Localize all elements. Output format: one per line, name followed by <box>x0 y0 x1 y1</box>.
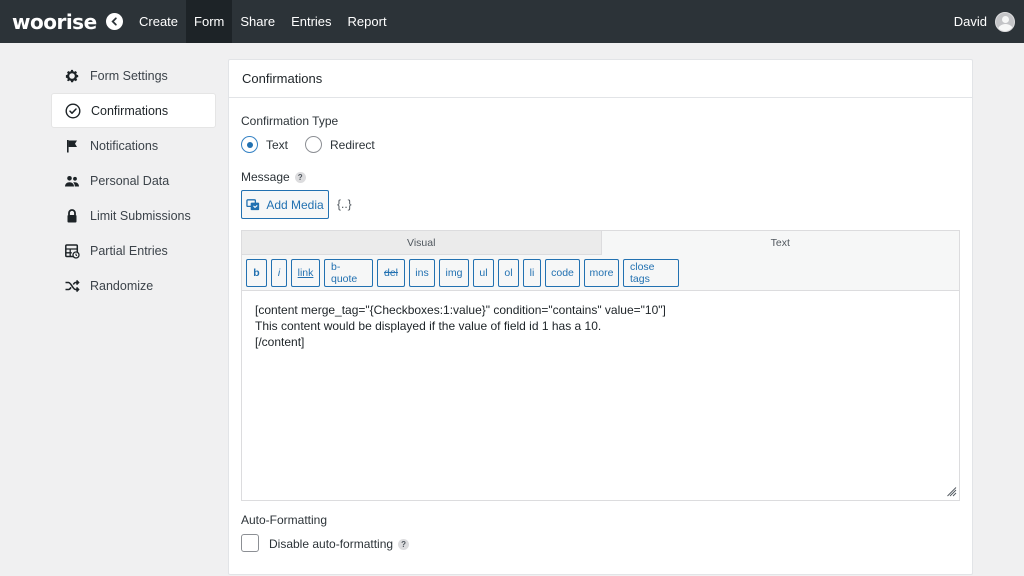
radio-text-label[interactable]: Text <box>266 138 288 152</box>
avatar[interactable] <box>995 11 1015 32</box>
nav-create[interactable]: Create <box>131 0 186 43</box>
media-icon <box>246 199 260 211</box>
check-circle-icon <box>64 102 82 120</box>
editor-line: [content merge_tag="{Checkboxes:1:value}… <box>255 303 666 317</box>
resize-handle-icon[interactable] <box>947 487 957 497</box>
settings-sidebar: Form Settings Confirmations Notification… <box>51 58 216 303</box>
qt-img-button[interactable]: img <box>439 258 469 287</box>
radio-text[interactable] <box>241 136 258 153</box>
flag-icon <box>63 137 81 155</box>
qt-del-button[interactable]: del <box>377 258 405 287</box>
chevron-left-icon <box>111 17 117 26</box>
user-name[interactable]: David <box>954 14 987 29</box>
qt-ol-button[interactable]: ol <box>498 258 519 287</box>
sidebar-item-personal-data[interactable]: Personal Data <box>51 163 216 198</box>
users-icon <box>63 172 81 190</box>
sidebar-item-label: Partial Entries <box>90 243 168 258</box>
merge-tags-button[interactable]: {..} <box>337 197 352 211</box>
message-label: Message <box>241 170 290 184</box>
nav-form[interactable]: Form <box>186 0 233 43</box>
qt-italic-button[interactable]: i <box>271 258 287 287</box>
nav-share[interactable]: Share <box>232 0 283 43</box>
qt-ul-button[interactable]: ul <box>473 258 494 287</box>
qt-more-button[interactable]: more <box>584 258 619 287</box>
sidebar-item-label: Notifications <box>90 138 159 153</box>
sidebar-item-form-settings[interactable]: Form Settings <box>51 58 216 93</box>
editor-line: This content would be displayed if the v… <box>255 319 602 333</box>
disable-auto-formatting-label[interactable]: Disable auto-formatting <box>269 537 393 551</box>
sidebar-item-notifications[interactable]: Notifications <box>51 128 216 163</box>
qt-ins-button[interactable]: ins <box>409 258 435 287</box>
sidebar-item-label: Limit Submissions <box>90 208 191 223</box>
panel-title: Confirmations <box>229 60 972 98</box>
lock-icon <box>63 207 81 225</box>
help-icon[interactable]: ? <box>398 539 410 551</box>
confirmation-type-label: Confirmation Type <box>241 114 339 128</box>
sidebar-item-label: Randomize <box>90 278 154 293</box>
sidebar-item-label: Form Settings <box>90 68 168 83</box>
sidebar-item-label: Personal Data <box>90 173 170 188</box>
add-media-label: Add Media <box>266 197 324 212</box>
tab-text[interactable]: Text <box>600 231 959 255</box>
qt-blockquote-button[interactable]: b-quote <box>324 258 373 287</box>
radio-redirect[interactable] <box>305 136 323 153</box>
nav-entries[interactable]: Entries <box>283 0 339 43</box>
message-editor: Visual Text b i link b-quote del ins img… <box>241 230 960 501</box>
sidebar-item-label: Confirmations <box>91 103 169 118</box>
qt-close-tags-button[interactable]: close tags <box>623 258 679 287</box>
confirmation-type-radio-group: Text Redirect <box>241 136 392 153</box>
sidebar-item-confirmations[interactable]: Confirmations <box>51 93 216 128</box>
nav-report[interactable]: Report <box>340 0 395 43</box>
confirmations-panel: Confirmations Confirmation Type Text Red… <box>228 59 973 575</box>
add-media-button[interactable]: Add Media <box>241 190 329 219</box>
qt-bold-button[interactable]: b <box>246 258 267 287</box>
help-icon[interactable]: ? <box>294 172 306 184</box>
disable-auto-formatting-row: Disable auto-formatting? <box>269 537 410 551</box>
sidebar-item-partial-entries[interactable]: Partial Entries <box>51 233 216 268</box>
gear-icon <box>63 67 81 85</box>
message-label-row: Message? <box>241 170 306 184</box>
top-navigation-bar: woorise Create Form Share Entries Report… <box>0 0 1024 43</box>
quicktags-toolbar: b i link b-quote del ins img ul ol li co… <box>242 255 959 291</box>
radio-redirect-label[interactable]: Redirect <box>330 138 375 152</box>
woorise-logo[interactable]: woorise <box>12 10 102 34</box>
tab-visual[interactable]: Visual <box>242 231 601 255</box>
sidebar-item-limit-submissions[interactable]: Limit Submissions <box>51 198 216 233</box>
editor-line: [/content] <box>255 335 305 349</box>
shuffle-icon <box>63 277 81 295</box>
qt-link-button[interactable]: link <box>291 258 320 287</box>
disable-auto-formatting-checkbox[interactable] <box>241 534 259 552</box>
qt-li-button[interactable]: li <box>523 258 541 287</box>
message-textarea[interactable]: [content merge_tag="{Checkboxes:1:value}… <box>242 291 959 499</box>
auto-formatting-label: Auto-Formatting <box>241 513 328 527</box>
back-button[interactable] <box>106 13 123 30</box>
table-icon <box>63 242 81 260</box>
editor-tabs: Visual Text <box>242 231 959 255</box>
sidebar-item-randomize[interactable]: Randomize <box>51 268 216 303</box>
qt-code-button[interactable]: code <box>545 258 580 287</box>
